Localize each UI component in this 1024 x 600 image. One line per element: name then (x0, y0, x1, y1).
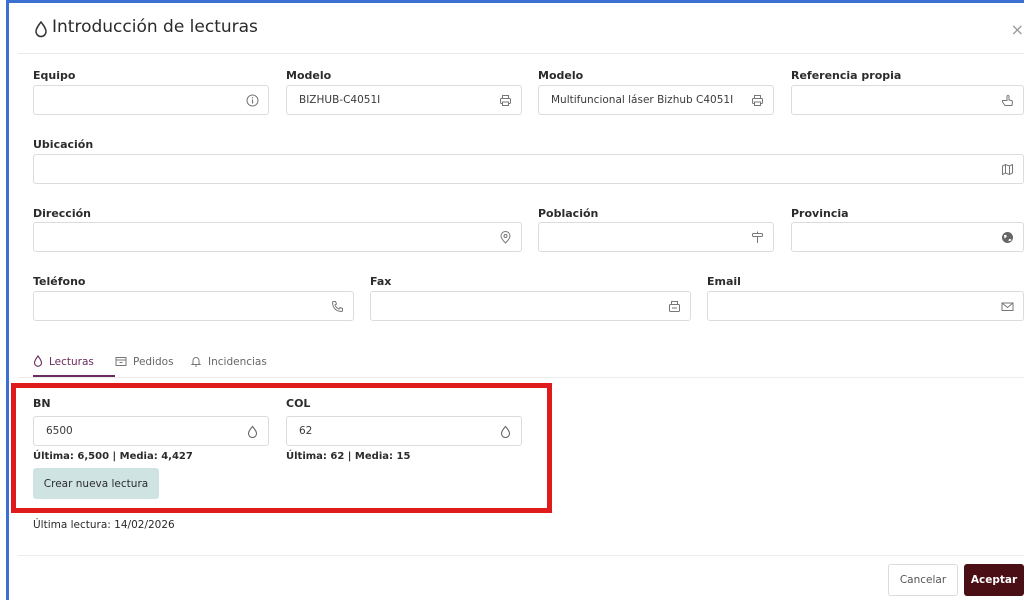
referencia-propia-field[interactable] (791, 85, 1024, 115)
modelo-label: Modelo (286, 69, 332, 82)
tab-pedidos[interactable]: Pedidos (115, 348, 174, 376)
envelope-icon[interactable] (1001, 300, 1014, 313)
telefono-field[interactable] (33, 291, 354, 321)
fax-icon[interactable] (668, 300, 681, 313)
highlight-box (11, 383, 552, 513)
readings-modal: Introducción de lecturas × Equipo Modelo… (11, 6, 1024, 600)
provincia-field[interactable] (791, 222, 1024, 252)
direccion-label: Dirección (33, 207, 91, 220)
fax-label: Fax (370, 275, 392, 288)
tab-incidencias-label: Incidencias (208, 356, 267, 368)
tab-incidencias[interactable]: Incidencias (190, 348, 267, 376)
fax-field[interactable] (370, 291, 691, 321)
modal-header: Introducción de lecturas × (18, 6, 1024, 54)
accept-button[interactable]: Aceptar (964, 564, 1024, 596)
ubicacion-field[interactable] (33, 154, 1024, 184)
drop-icon (34, 20, 48, 38)
ubicacion-label: Ubicación (33, 138, 94, 151)
poblacion-field[interactable] (538, 222, 774, 252)
location-pin-icon[interactable] (499, 231, 512, 244)
active-tab-indicator (33, 375, 115, 377)
tab-lecturas-label: Lecturas (49, 356, 94, 368)
drop-icon (33, 354, 43, 370)
modelo-descripcion-label: Modelo (538, 69, 584, 82)
close-icon[interactable]: × (1011, 20, 1024, 39)
phone-icon[interactable] (331, 300, 344, 313)
printer-icon[interactable] (499, 94, 512, 107)
window-frame-top (6, 0, 1024, 3)
provincia-label: Provincia (791, 207, 849, 220)
pointer-hand-icon[interactable] (1001, 94, 1014, 107)
last-reading-date: Última lectura: 14/02/2026 (33, 519, 175, 531)
tabs-divider (18, 377, 1024, 378)
info-icon[interactable] (246, 94, 259, 107)
equipo-label: Equipo (33, 69, 76, 82)
modelo-value: BIZHUB-C4051I (299, 94, 381, 106)
cancel-button[interactable]: Cancelar (888, 564, 958, 596)
map-icon[interactable] (1001, 163, 1014, 176)
email-label: Email (707, 275, 741, 288)
tab-lecturas[interactable]: Lecturas (33, 348, 94, 376)
direccion-field[interactable] (33, 222, 522, 252)
poblacion-label: Población (538, 207, 599, 220)
signpost-icon[interactable] (751, 231, 764, 244)
modelo-field[interactable]: BIZHUB-C4051I (286, 85, 522, 115)
footer-divider (18, 555, 1024, 556)
equipo-field[interactable] (33, 85, 269, 115)
telefono-label: Teléfono (33, 275, 86, 288)
referencia-propia-label: Referencia propia (791, 69, 902, 82)
bell-icon (190, 355, 202, 370)
modelo-descripcion-field[interactable]: Multifuncional láser Bizhub C4051I (538, 85, 774, 115)
globe-icon[interactable] (1001, 231, 1014, 244)
email-field[interactable] (707, 291, 1024, 321)
modal-title: Introducción de lecturas (52, 17, 258, 37)
modelo-descripcion-value: Multifuncional láser Bizhub C4051I (551, 94, 734, 106)
tab-pedidos-label: Pedidos (133, 356, 174, 368)
window-frame-left (6, 0, 9, 600)
box-icon (115, 355, 127, 370)
printer-icon[interactable] (751, 94, 764, 107)
